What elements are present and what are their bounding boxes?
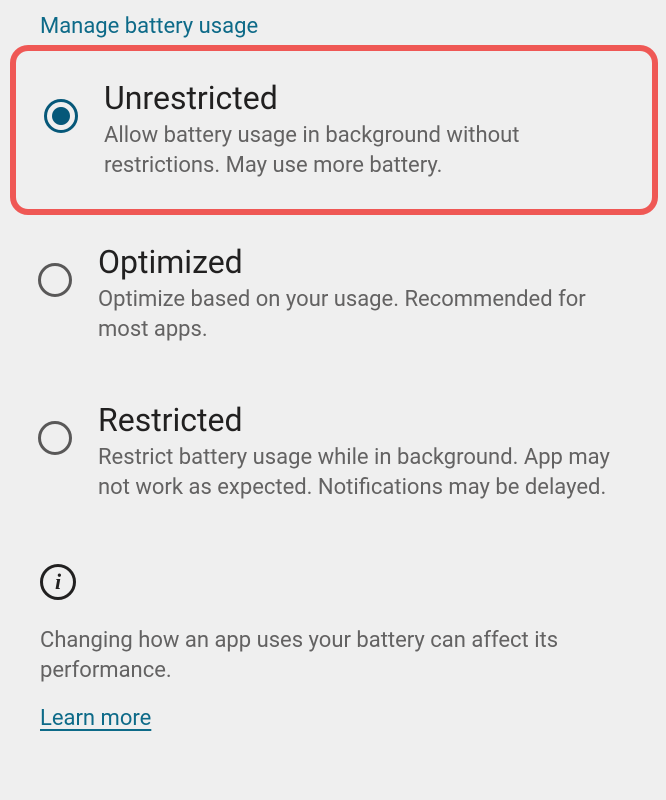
option-optimized[interactable]: Optimized Optimize based on your usage. … <box>0 215 666 373</box>
option-title: Restricted <box>98 401 638 439</box>
option-title: Unrestricted <box>104 79 634 117</box>
radio-wrap <box>20 401 90 455</box>
section-header: Manage battery usage <box>0 0 666 45</box>
info-icon-wrap: i <box>40 564 626 600</box>
option-description: Restrict battery usage while in backgrou… <box>98 443 638 502</box>
radio-button-selected-icon[interactable] <box>44 99 78 133</box>
option-description: Optimize based on your usage. Recommende… <box>98 285 638 344</box>
battery-options-list: Unrestricted Allow battery usage in back… <box>0 45 666 530</box>
option-description: Allow battery usage in background withou… <box>104 121 634 180</box>
info-icon: i <box>40 564 76 600</box>
option-unrestricted[interactable]: Unrestricted Allow battery usage in back… <box>10 45 658 215</box>
radio-button-unselected-icon[interactable] <box>38 263 72 297</box>
info-text: Changing how an app uses your battery ca… <box>40 626 626 685</box>
info-section: i Changing how an app uses your battery … <box>0 530 666 730</box>
option-text: Optimized Optimize based on your usage. … <box>90 243 638 345</box>
learn-more-link[interactable]: Learn more <box>40 706 151 731</box>
radio-wrap <box>20 243 90 297</box>
option-text: Unrestricted Allow battery usage in back… <box>96 79 634 181</box>
radio-button-unselected-icon[interactable] <box>38 421 72 455</box>
radio-wrap <box>26 79 96 133</box>
option-text: Restricted Restrict battery usage while … <box>90 401 638 503</box>
option-title: Optimized <box>98 243 638 281</box>
option-restricted[interactable]: Restricted Restrict battery usage while … <box>0 373 666 531</box>
